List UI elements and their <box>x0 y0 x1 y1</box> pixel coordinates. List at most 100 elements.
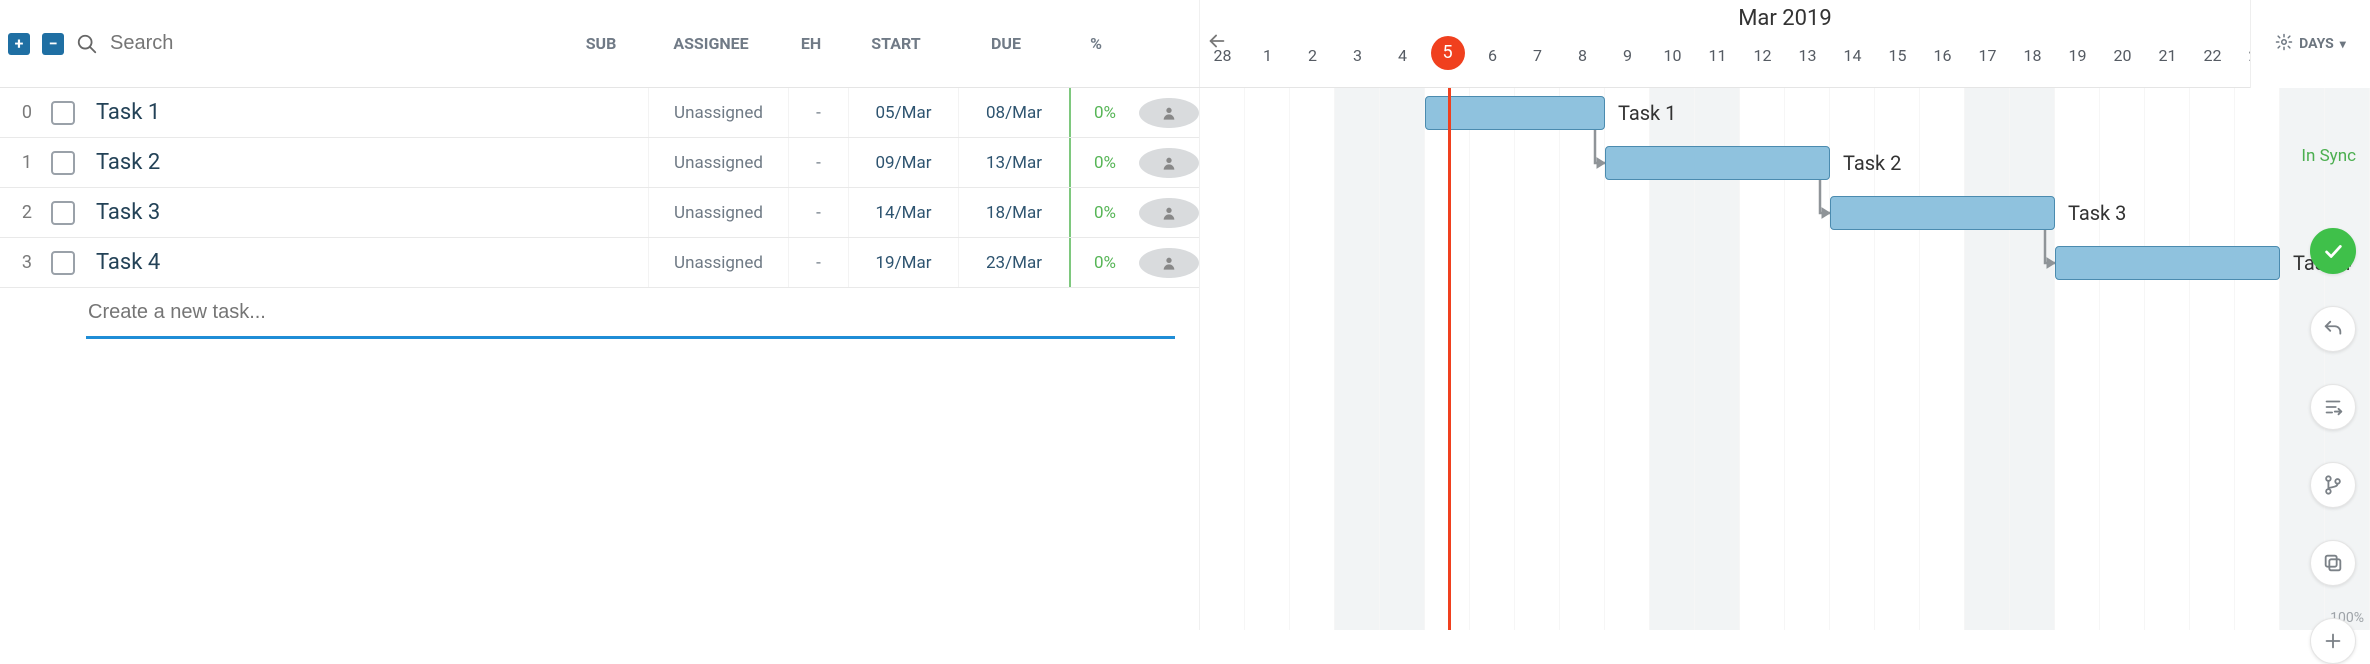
sort-button[interactable] <box>2310 384 2356 430</box>
task-title[interactable]: Task 1 <box>78 100 478 125</box>
day-cell[interactable]: 16 <box>1920 38 1965 87</box>
table-row[interactable]: 3 Task 4 Unassigned-19/Mar23/Mar0% <box>0 238 1199 288</box>
task-checkbox[interactable] <box>51 251 75 275</box>
day-cell[interactable]: 28 <box>1200 38 1245 87</box>
task-title[interactable]: Task 3 <box>78 200 478 225</box>
gantt-bar-label: Task 3 <box>2068 201 2126 225</box>
gantt-bar-label: Task 2 <box>1843 151 1901 175</box>
row-index: 2 <box>8 202 48 223</box>
today-marker: 5 <box>1431 36 1465 70</box>
gantt-bar-label: Task 1 <box>1618 101 1676 125</box>
copy-button[interactable] <box>2310 540 2356 586</box>
task-list: 0Task 1Unassigned-05/Mar08/Mar0%1Task 2U… <box>0 88 1200 630</box>
day-cell[interactable]: 12 <box>1740 38 1785 87</box>
task-title[interactable]: Task 2 <box>78 150 478 175</box>
task-start[interactable]: 14/Mar <box>849 188 959 237</box>
task-start[interactable]: 09/Mar <box>849 138 959 187</box>
day-cell[interactable]: 22 <box>2190 38 2235 87</box>
status-ok-button[interactable] <box>2310 228 2356 274</box>
today-line <box>1448 88 1451 630</box>
day-cell[interactable]: 1 <box>1245 38 1290 87</box>
zoom-select[interactable]: DAYS ▾ <box>2250 0 2370 88</box>
day-cell[interactable]: 13 <box>1785 38 1830 87</box>
table-row[interactable]: 1 Task 2 Unassigned-09/Mar13/Mar0% <box>0 138 1199 188</box>
col-due[interactable]: DUE <box>951 34 1061 53</box>
day-cell[interactable]: 9 <box>1605 38 1650 87</box>
day-cell[interactable]: 7 <box>1515 38 1560 87</box>
task-pct: 0% <box>1069 138 1139 187</box>
row-index: 3 <box>8 252 48 273</box>
task-assignee[interactable]: Unassigned <box>649 238 789 287</box>
day-cell[interactable]: 21 <box>2145 38 2190 87</box>
task-checkbox[interactable] <box>51 151 75 175</box>
day-cell[interactable]: 6 <box>1470 38 1515 87</box>
zoom-label: DAYS <box>2299 36 2334 52</box>
task-assignee[interactable]: Unassigned <box>649 138 789 187</box>
day-cell[interactable]: 19 <box>2055 38 2100 87</box>
remove-task-button[interactable]: − <box>42 33 64 55</box>
task-sub <box>569 188 649 237</box>
task-sub <box>569 138 649 187</box>
col-eh[interactable]: EH <box>781 34 841 53</box>
gantt-bar[interactable]: Task 1 <box>1425 96 1605 130</box>
table-row[interactable]: 2Task 3Unassigned-14/Mar18/Mar0% <box>0 188 1199 238</box>
day-cell[interactable]: 10 <box>1650 38 1695 87</box>
branch-button[interactable] <box>2310 462 2356 508</box>
row-index: 1 <box>8 152 48 173</box>
new-task-row[interactable] <box>0 288 1199 336</box>
add-task-button[interactable]: + <box>8 33 30 55</box>
avatar[interactable] <box>1154 98 1184 128</box>
task-eh: - <box>789 138 849 187</box>
new-task-input[interactable] <box>86 295 1199 330</box>
day-cell[interactable]: 17 <box>1965 38 2010 87</box>
day-cell[interactable]: 4 <box>1380 38 1425 87</box>
day-cell[interactable]: 11 <box>1695 38 1740 87</box>
timeline-days: 2812345678910111213141516171819202122232… <box>1200 38 2370 87</box>
undo-button[interactable] <box>2310 306 2356 352</box>
task-eh: - <box>789 188 849 237</box>
avatar[interactable] <box>1154 248 1184 278</box>
task-assignee[interactable]: Unassigned <box>649 88 789 137</box>
avatar[interactable] <box>1154 198 1184 228</box>
task-due[interactable]: 23/Mar <box>959 238 1069 287</box>
task-sub <box>569 238 649 287</box>
day-cell[interactable]: 18 <box>2010 38 2055 87</box>
task-eh: - <box>789 238 849 287</box>
task-due[interactable]: 08/Mar <box>959 88 1069 137</box>
task-checkbox[interactable] <box>51 201 75 225</box>
new-task-underline <box>86 336 1175 339</box>
col-assignee[interactable]: ASSIGNEE <box>641 34 781 53</box>
task-eh: - <box>789 88 849 137</box>
task-start[interactable]: 19/Mar <box>849 238 959 287</box>
day-cell[interactable]: 5 <box>1425 38 1470 87</box>
gear-icon <box>2275 33 2293 55</box>
task-due[interactable]: 13/Mar <box>959 138 1069 187</box>
gantt-bar[interactable]: Task 2 <box>1605 146 1830 180</box>
col-pct[interactable]: % <box>1061 34 1131 53</box>
task-assignee[interactable]: Unassigned <box>649 188 789 237</box>
avatar[interactable] <box>1154 148 1184 178</box>
day-cell[interactable]: 15 <box>1875 38 1920 87</box>
task-due[interactable]: 18/Mar <box>959 188 1069 237</box>
task-pct: 0% <box>1069 238 1139 287</box>
gantt-bar[interactable]: Task 4 <box>2055 246 2280 280</box>
task-title[interactable]: Task 4 <box>78 250 478 275</box>
row-index: 0 <box>8 102 48 123</box>
task-start[interactable]: 05/Mar <box>849 88 959 137</box>
fab-column <box>2310 228 2356 664</box>
gantt-bar[interactable]: Task 3 <box>1830 196 2055 230</box>
day-cell[interactable]: 3 <box>1335 38 1380 87</box>
gantt-panel[interactable]: Task 1Task 2Task 3Task 4 In Sync <box>1200 88 2370 630</box>
day-cell[interactable]: 8 <box>1560 38 1605 87</box>
day-cell[interactable]: 20 <box>2100 38 2145 87</box>
day-cell[interactable]: 2 <box>1290 38 1335 87</box>
table-row[interactable]: 0Task 1Unassigned-05/Mar08/Mar0% <box>0 88 1199 138</box>
timeline-title: Mar 2019 <box>1200 0 2370 38</box>
task-checkbox[interactable] <box>51 101 75 125</box>
col-sub[interactable]: SUB <box>561 34 641 53</box>
day-cell[interactable]: 14 <box>1830 38 1875 87</box>
search-input[interactable] <box>110 32 450 55</box>
add-button[interactable] <box>2310 618 2356 664</box>
search-icon[interactable] <box>76 33 98 55</box>
col-start[interactable]: START <box>841 34 951 53</box>
